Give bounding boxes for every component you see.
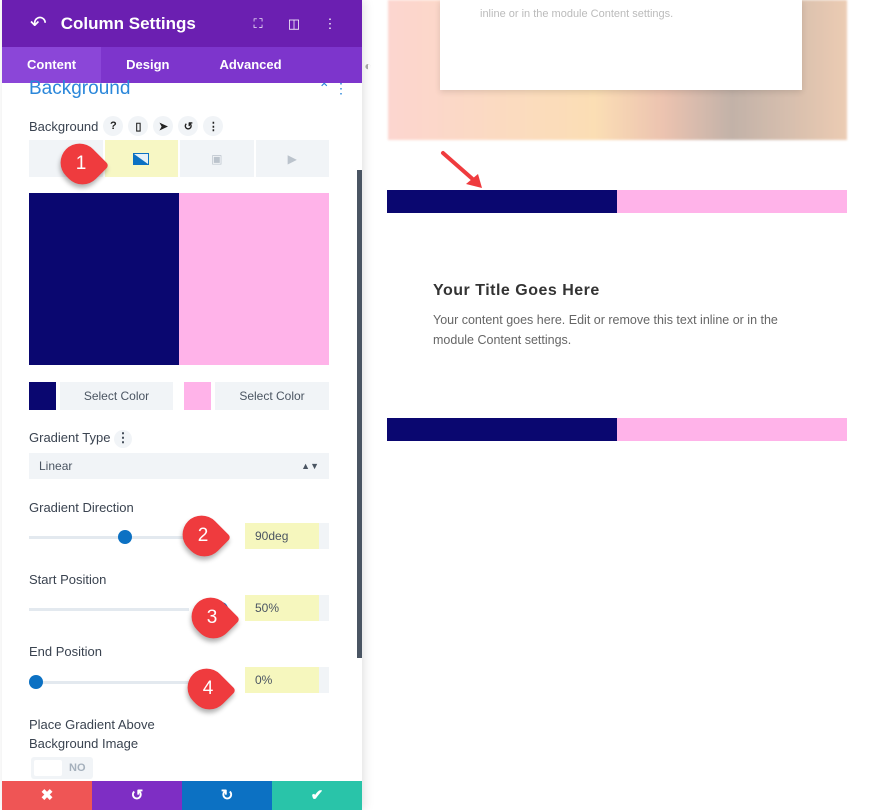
video-tab[interactable]: ▶ bbox=[255, 140, 329, 177]
more-icon[interactable]: ⋮ bbox=[312, 16, 348, 32]
gradient-divider-top[interactable] bbox=[387, 190, 847, 213]
select-color-button-2[interactable]: Select Color bbox=[215, 382, 329, 410]
globe-icon[interactable]: ◐ bbox=[360, 56, 376, 76]
color-swatch-1[interactable] bbox=[29, 382, 56, 410]
section-more-icon[interactable]: ⋮ bbox=[334, 80, 348, 96]
gradient-type-label: Gradient Type ⋮ bbox=[29, 430, 133, 448]
gradient-icon bbox=[133, 152, 150, 165]
expand-icon[interactable]: ⛶ bbox=[240, 16, 276, 32]
mobile-icon[interactable]: ▯ bbox=[128, 116, 149, 136]
select-arrows-icon: ▲▼ bbox=[301, 461, 319, 471]
save-button[interactable]: ✔ bbox=[272, 781, 362, 810]
module-title: Your Title Goes Here bbox=[433, 282, 600, 299]
reset-icon[interactable]: ↺ bbox=[178, 116, 199, 136]
callout-1: 1 bbox=[52, 135, 110, 193]
blurred-text-module: inline or in the module Content settings… bbox=[440, 0, 802, 90]
direction-value: 90deg bbox=[255, 529, 289, 543]
back-icon[interactable]: ↶ bbox=[30, 11, 47, 36]
end-value: 0% bbox=[255, 673, 273, 687]
start-position-slider[interactable] bbox=[29, 602, 228, 616]
chevron-up-icon[interactable]: ⌃ bbox=[318, 80, 330, 96]
end-position-input[interactable]: 0% bbox=[245, 667, 329, 693]
callout-4: 4 bbox=[179, 660, 237, 718]
slider-handle[interactable] bbox=[118, 530, 132, 544]
section-title[interactable]: Background bbox=[29, 78, 130, 100]
red-arrow-annotation bbox=[441, 151, 482, 188]
settings-panel: ↶ Column Settings ⛶ ◫ ⋮ Content Design A… bbox=[2, 0, 362, 810]
gradient-type-select[interactable]: Linear ▲▼ bbox=[29, 453, 329, 479]
gradient-type-text: Gradient Type bbox=[29, 430, 111, 445]
callout-2: 2 bbox=[174, 507, 232, 565]
video-icon: ▶ bbox=[287, 151, 297, 166]
redo-button[interactable]: ↻ bbox=[182, 781, 272, 810]
panel-header: ↶ Column Settings ⛶ ◫ ⋮ bbox=[2, 0, 362, 47]
place-gradient-toggle[interactable]: NO bbox=[31, 757, 93, 779]
undo-button[interactable]: ↺ bbox=[92, 781, 182, 810]
end-position-label: End Position bbox=[29, 644, 102, 659]
background-label: Background bbox=[29, 118, 99, 134]
end-position-slider[interactable] bbox=[29, 675, 189, 689]
section-controls[interactable]: ⌃ ⋮ bbox=[318, 80, 348, 97]
more-options-icon[interactable]: ⋮ bbox=[203, 116, 224, 136]
start-position-input[interactable]: 50% bbox=[245, 595, 329, 621]
panel-title: Column Settings bbox=[60, 13, 196, 33]
select-color-button-1[interactable]: Select Color bbox=[60, 382, 173, 410]
gradient-direction-slider[interactable] bbox=[29, 530, 189, 544]
sidebar-layout-icon[interactable]: ◫ bbox=[276, 16, 312, 32]
gradient-direction-label: Gradient Direction bbox=[29, 500, 134, 515]
image-icon: ▣ bbox=[211, 151, 223, 166]
background-label-row: Background ? ▯ ➤ ↺ ⋮ bbox=[29, 116, 224, 136]
gradient-divider-bottom[interactable] bbox=[387, 418, 847, 441]
cancel-button[interactable]: ✖ bbox=[2, 781, 92, 810]
tab-advanced[interactable]: Advanced bbox=[194, 47, 306, 83]
scrollbar[interactable] bbox=[357, 170, 362, 658]
blurred-text: inline or in the module Content settings… bbox=[480, 8, 674, 20]
panel-footer: ✖ ↺ ↻ ✔ bbox=[2, 781, 362, 810]
help-icon[interactable]: ? bbox=[103, 116, 124, 136]
slider-handle[interactable] bbox=[29, 675, 43, 689]
color-swatch-2[interactable] bbox=[184, 382, 211, 410]
start-position-label: Start Position bbox=[29, 572, 107, 587]
color-picker-2: Select Color bbox=[184, 382, 329, 410]
image-tab[interactable]: ▣ bbox=[180, 140, 254, 177]
cursor-icon[interactable]: ➤ bbox=[153, 116, 174, 136]
color-picker-1: Select Color bbox=[29, 382, 173, 410]
place-gradient-label: Place Gradient Above Background Image bbox=[29, 717, 155, 751]
gradient-type-more-icon[interactable]: ⋮ bbox=[114, 430, 133, 448]
callout-3: 3 bbox=[183, 589, 241, 647]
module-text: Your content goes here. Edit or remove t… bbox=[433, 313, 778, 347]
gradient-preview bbox=[29, 193, 329, 365]
gradient-direction-input[interactable]: 90deg bbox=[245, 523, 329, 549]
gradient-type-value: Linear bbox=[39, 459, 73, 473]
gradient-tab[interactable] bbox=[104, 140, 178, 177]
start-value: 50% bbox=[255, 601, 280, 615]
